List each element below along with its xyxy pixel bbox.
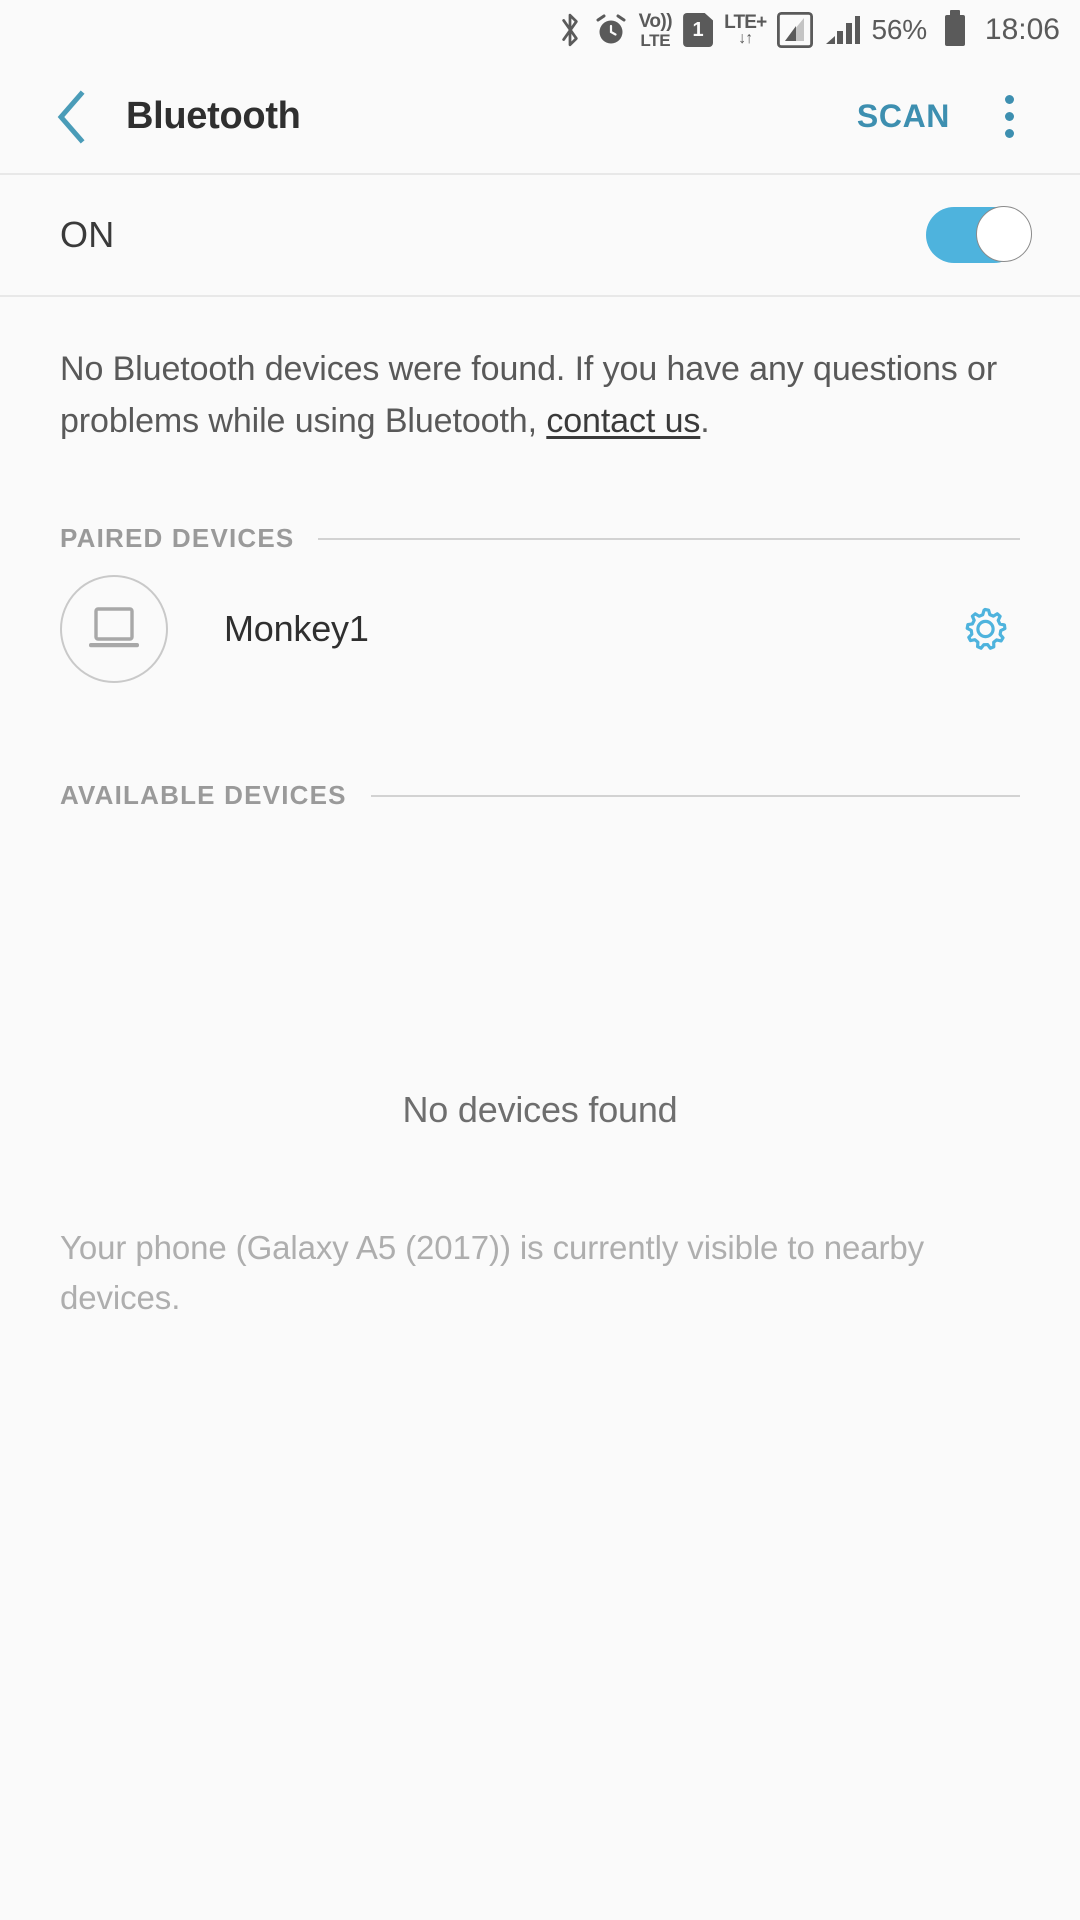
paired-device-row[interactable]: Monkey1 <box>60 554 1020 704</box>
available-devices-header: AVAILABLE DEVICES <box>60 780 1020 811</box>
available-devices-label: AVAILABLE DEVICES <box>60 780 347 810</box>
sim-slot-number: 1 <box>692 18 704 41</box>
volte-icon: Vo)) LTE <box>639 10 673 50</box>
overflow-dot <box>1004 112 1014 121</box>
status-bar: Vo)) LTE 1 LTE+ ↓↑ 56% 18:06 <box>0 0 1080 60</box>
device-settings-button[interactable] <box>950 594 1020 664</box>
overflow-dot <box>1004 95 1014 104</box>
status-icon-group: Vo)) LTE 1 LTE+ ↓↑ 56% 18:06 <box>557 9 1060 50</box>
data-arrows-icon: ↓↑ <box>738 30 753 47</box>
sim-1-icon: 1 <box>683 10 714 50</box>
bluetooth-icon <box>557 10 583 50</box>
alarm-icon <box>594 10 628 50</box>
volte-bottom-label: LTE <box>640 30 671 50</box>
visibility-note: Your phone (Galaxy A5 (2017)) is current… <box>60 1229 925 1316</box>
bluetooth-state-label: ON <box>60 214 115 255</box>
no-devices-found-message: No devices found <box>402 1089 678 1130</box>
info-text-before: No Bluetooth devices were found. If you … <box>60 350 998 440</box>
signal-sim1-icon <box>777 10 814 50</box>
avatar <box>60 575 168 683</box>
overflow-menu-button[interactable] <box>976 95 1042 138</box>
info-text-after: . <box>700 402 710 440</box>
device-name-label: Monkey1 <box>224 608 369 649</box>
paired-devices-header: PAIRED DEVICES <box>60 523 1020 554</box>
bluetooth-power-row[interactable]: ON <box>0 175 1080 297</box>
toggle-knob <box>976 206 1032 262</box>
section-divider <box>370 794 1020 797</box>
clock-label: 18:06 <box>984 13 1060 46</box>
contact-us-link[interactable]: contact us <box>546 402 700 440</box>
app-bar: Bluetooth SCAN <box>0 60 1080 175</box>
chevron-left-icon <box>57 89 85 144</box>
back-button[interactable] <box>44 89 100 145</box>
overflow-dot <box>1004 129 1014 138</box>
main-content: No Bluetooth devices were found. If you … <box>0 297 1080 1323</box>
page-title: Bluetooth <box>126 95 301 137</box>
paired-devices-label: PAIRED DEVICES <box>60 523 295 553</box>
lte-plus-data-icon: LTE+ ↓↑ <box>724 10 767 50</box>
laptop-icon <box>89 607 139 648</box>
no-devices-info-text: No Bluetooth devices were found. If you … <box>60 297 1020 447</box>
battery-percent-label: 56% <box>871 14 927 45</box>
scan-button[interactable]: SCAN <box>851 88 956 145</box>
bluetooth-toggle-switch[interactable] <box>926 206 1032 263</box>
section-divider <box>318 537 1020 540</box>
signal-sim2-icon <box>824 10 861 50</box>
volte-top-label: Vo)) <box>638 10 673 32</box>
gear-icon <box>965 607 1007 650</box>
battery-icon <box>944 9 965 46</box>
